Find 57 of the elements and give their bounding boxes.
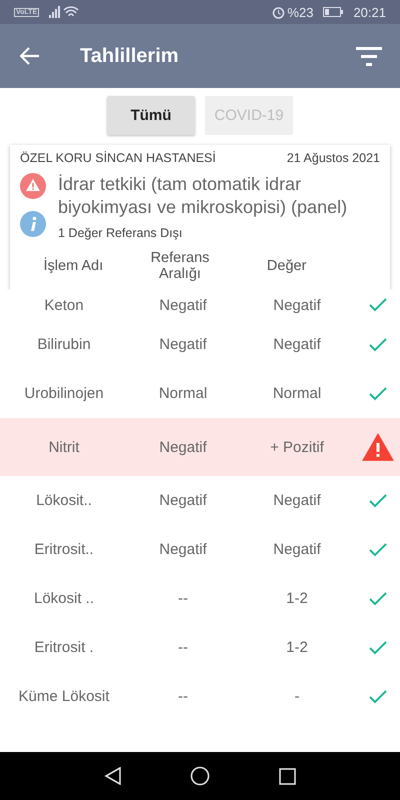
summary-text: 1 Değer Referans Dışı [58,226,184,240]
info-icon [20,211,46,237]
result-value: Negatif [272,296,322,314]
battery-percent: %23 [287,4,314,20]
reference-range: Normal [158,385,208,402]
result-value: Negatif [272,541,322,558]
filter-button[interactable] [356,46,382,66]
clock-time: 20:21 [353,4,386,20]
test-item-name: Eritrosit.. [33,541,95,558]
reference-range: -- [177,590,189,607]
result-value: - [294,688,300,705]
check-icon [368,386,388,402]
hospital-name: ÖZEL KORU SİNCAN HASTANESİ [20,151,216,165]
back-nav-button[interactable] [104,767,122,785]
reference-range: Negatif [158,296,208,314]
test-item-name: Urobilinojen [23,385,105,402]
check-icon [368,492,388,508]
reference-range: Negatif [158,492,208,509]
reference-range: Negatif [158,438,208,456]
check-icon [368,688,388,704]
column-header: Referans Aralığı [150,250,210,282]
alarm-icon [272,6,286,18]
result-value: 1-2 [285,590,309,607]
home-button[interactable] [190,766,210,786]
check-icon [368,542,388,558]
check-icon [368,297,388,313]
test-item-name: Küme Lökosit [18,688,110,705]
signal-icon [49,6,80,18]
test-item-name: Keton [43,296,85,314]
test-name: İdrar tetkiki (tam otomatik idrar biyokimyası ve mikroskopisi) (panel) [58,173,348,218]
recents-button[interactable] [278,768,296,784]
check-icon [368,640,388,656]
result-value: + Pozitif [269,438,325,456]
test-item-name: Eritrosit . [33,639,95,656]
warning-icon [361,432,395,462]
result-value: 1-2 [285,639,309,656]
back-button[interactable] [20,47,40,65]
test-item-name: Lökosit.. [35,492,93,509]
result-value: Normal [272,385,322,402]
filter-tab[interactable]: Tümü [107,96,195,135]
warning-icon [20,173,46,199]
reference-range: Negatif [158,541,208,558]
result-value: Negatif [272,336,322,353]
reference-range: -- [177,688,189,705]
test-item-name: Nitrit [48,438,80,456]
column-header: Değer [266,258,306,274]
check-icon [368,336,388,352]
check-icon [368,590,388,606]
result-value: Negatif [272,492,322,509]
test-item-name: Lökosit .. [32,590,96,607]
reference-range: Negatif [158,336,208,353]
test-item-name: Bilirubin [36,336,92,353]
column-header: İşlem Adı [44,258,104,274]
reference-range: -- [177,639,189,656]
page-title: Tahlillerim [80,44,180,68]
battery-icon [323,7,344,17]
test-date: 21 Ağustos 2021 [286,151,380,165]
